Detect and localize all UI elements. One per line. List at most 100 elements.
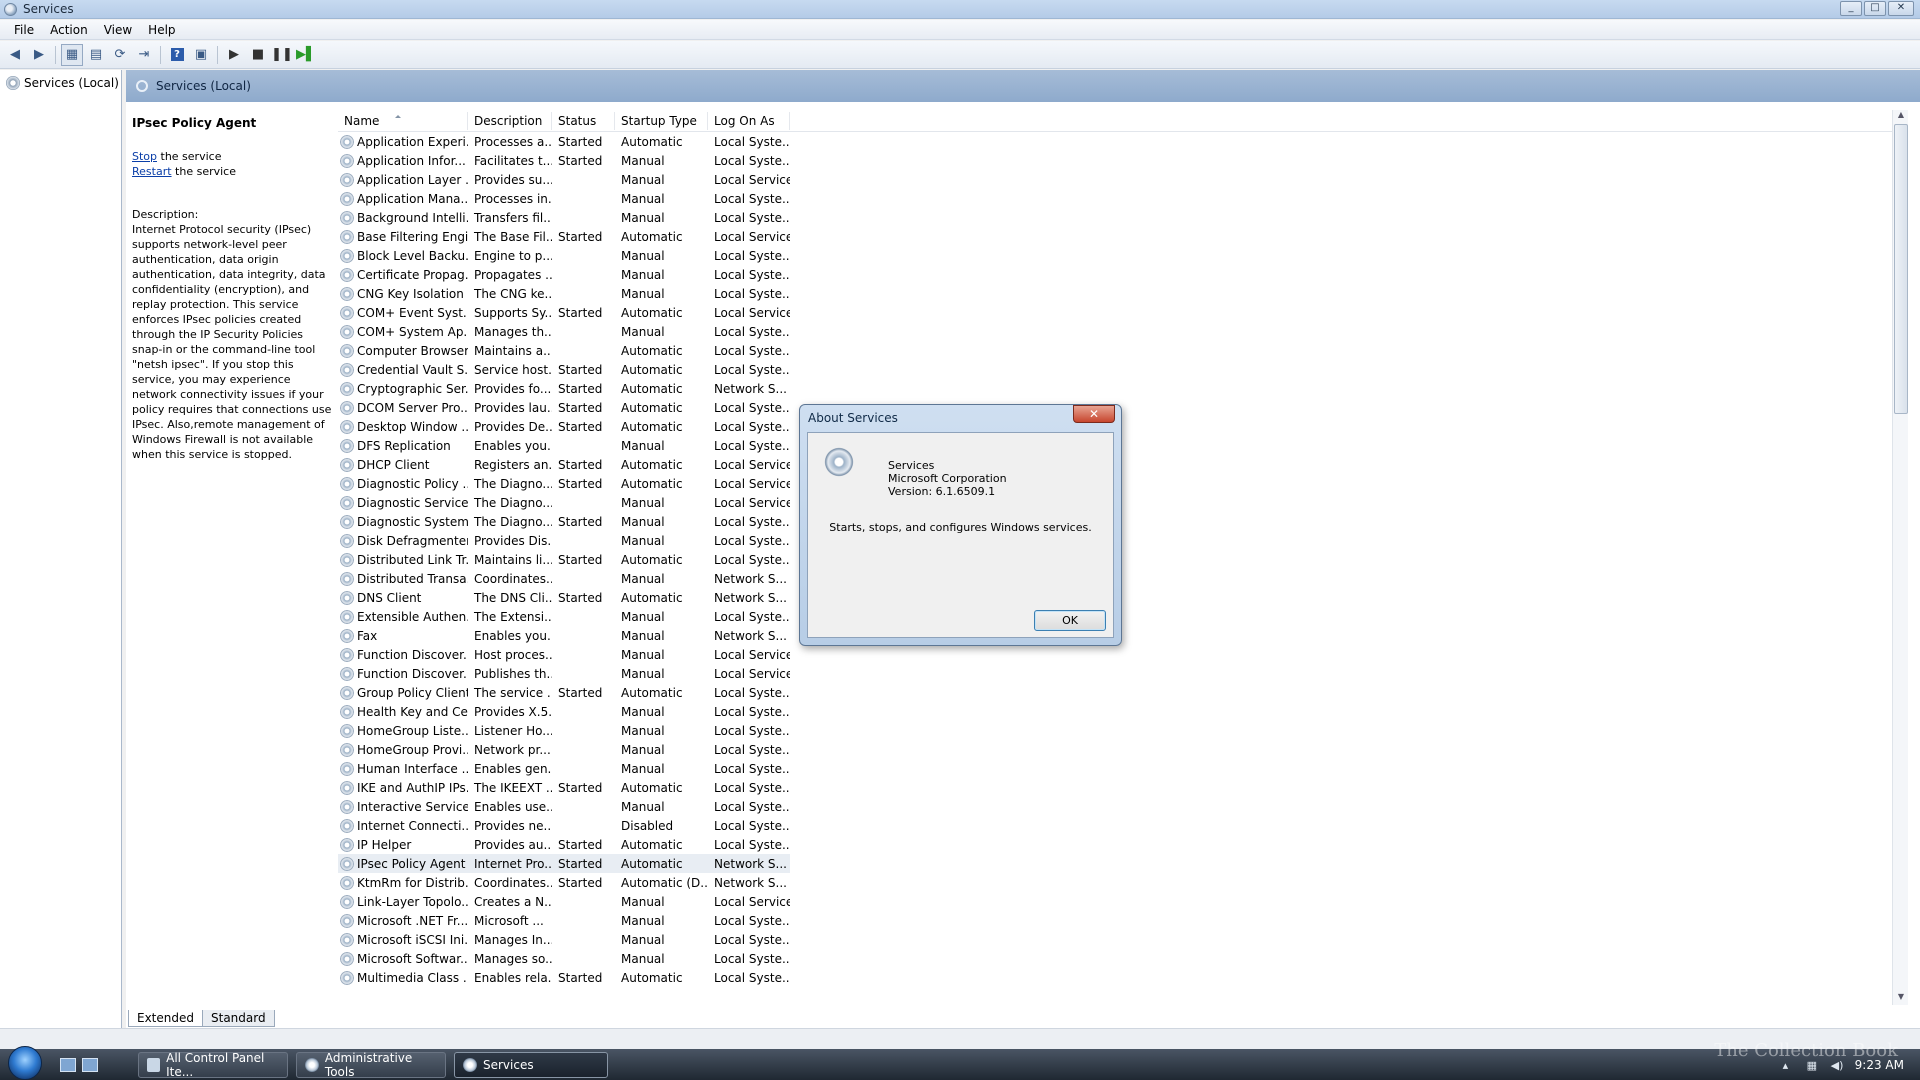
forward-arrow-icon[interactable]: ▶: [28, 44, 50, 66]
switch-windows-icon[interactable]: [82, 1057, 98, 1072]
table-row[interactable]: Computer Browser Maintains a... Automatic L…: [338, 341, 1906, 360]
show-desktop-icon[interactable]: [60, 1057, 76, 1072]
table-row[interactable]: DNS Client The DNS Cli... Started Automatic…: [338, 588, 1906, 607]
service-name-cell: COM+ Event Syst...: [338, 305, 468, 320]
table-row[interactable]: Microsoft Softwar... Manages so... Manual L…: [338, 949, 1906, 968]
start-service-icon[interactable]: ▶: [223, 44, 245, 66]
menu-help[interactable]: Help: [140, 23, 183, 37]
table-row[interactable]: COM+ System Ap... Manages th... Manual Loca…: [338, 322, 1906, 341]
table-row[interactable]: Function Discover... Publishes th... Manua…: [338, 664, 1906, 683]
table-row[interactable]: IPsec Policy Agent Internet Pro... Started…: [338, 854, 790, 873]
minimize-button[interactable]: _: [1840, 1, 1862, 16]
table-row[interactable]: Diagnostic Service... The Diagno... Manual…: [338, 493, 1906, 512]
column-header-description[interactable]: Description: [468, 111, 552, 130]
show-console-tree-icon[interactable]: ▦: [61, 43, 83, 66]
service-name-cell: Microsoft iSCSI Ini...: [338, 932, 468, 947]
table-row[interactable]: HomeGroup Provi... Network pr... Manual Loc…: [338, 740, 1906, 759]
dialog-close-button[interactable]: ✕: [1073, 405, 1115, 423]
service-name: Diagnostic Service...: [357, 495, 468, 510]
table-row[interactable]: Application Layer ... Provides su... Manua…: [338, 170, 1906, 189]
column-header-name[interactable]: Name: [338, 111, 468, 130]
table-row[interactable]: Base Filtering Engi... The Base Fil... Sta…: [338, 227, 1906, 246]
export-list-icon[interactable]: ⇥: [133, 44, 155, 66]
taskbar-button-control-panel[interactable]: All Control Panel Ite...: [138, 1051, 288, 1079]
service-gear-icon: [340, 210, 354, 225]
table-row[interactable]: IP Helper Provides au... Started Automatic L…: [338, 835, 1906, 854]
tab-extended[interactable]: Extended: [128, 1010, 203, 1027]
service-name-cell: Fax: [338, 628, 468, 643]
table-row[interactable]: Interactive Service... Enables use... Manu…: [338, 797, 1906, 816]
table-row[interactable]: Microsoft .NET Fr... Microsoft ... Manual L…: [338, 911, 1906, 930]
refresh-icon[interactable]: ⟳: [109, 44, 131, 66]
table-row[interactable]: Block Level Backu... Engine to p... Manual…: [338, 246, 1906, 265]
taskbar-button-admin-tools[interactable]: Administrative Tools: [296, 1051, 446, 1079]
table-row[interactable]: Application Experi... Processes a... Start…: [338, 132, 1906, 151]
tree-item-services-local[interactable]: Services (Local): [0, 70, 121, 90]
table-row[interactable]: Desktop Window ... Provides De... Started A…: [338, 417, 1906, 436]
table-row[interactable]: Application Mana... Processes in... Manual…: [338, 189, 1906, 208]
table-row[interactable]: Fax Enables you... Manual Network S...: [338, 626, 1906, 645]
table-row[interactable]: Distributed Transa... Coordinates... Manua…: [338, 569, 1906, 588]
table-row[interactable]: Application Infor... Facilitates t... Star…: [338, 151, 1906, 170]
table-row[interactable]: Net.Tcp Port Shari...Provides abi... Disa…: [338, 987, 1906, 990]
table-row[interactable]: Human Interface ... Enables gen... Manual L…: [338, 759, 1906, 778]
column-header-log-on-as[interactable]: Log On As: [708, 111, 790, 130]
scroll-down-icon[interactable]: ▼: [1893, 992, 1909, 1005]
stop-service-icon[interactable]: ■: [247, 44, 269, 66]
table-row[interactable]: DCOM Server Pro... Provides lau... Started…: [338, 398, 1906, 417]
vertical-scrollbar[interactable]: ▲ ▼: [1892, 110, 1908, 1005]
table-row[interactable]: COM+ Event Syst... Supports Sy... Started A…: [338, 303, 1906, 322]
table-row[interactable]: Internet Connecti... Provides ne... Disabl…: [338, 816, 1906, 835]
column-header-startup-type[interactable]: Startup Type: [615, 111, 708, 130]
table-row[interactable]: Certificate Propag... Propagates ... Manua…: [338, 265, 1906, 284]
stop-service-link[interactable]: Stop: [132, 150, 157, 163]
start-button[interactable]: [8, 1045, 42, 1080]
table-row[interactable]: Health Key and Ce... Provides X.5... Manua…: [338, 702, 1906, 721]
table-row[interactable]: DFS Replication Enables you... Manual Local…: [338, 436, 1906, 455]
table-row[interactable]: Microsoft iSCSI Ini... Manages In... Manua…: [338, 930, 1906, 949]
menu-view[interactable]: View: [96, 23, 140, 37]
table-row[interactable]: Background Intelli... Transfers fil... Man…: [338, 208, 1906, 227]
scrollbar-thumb[interactable]: [1894, 124, 1908, 414]
restart-service-icon[interactable]: ▶▌: [295, 44, 317, 66]
properties-sheet-icon[interactable]: ▤: [85, 44, 107, 66]
table-row[interactable]: Credential Vault S... Service host... Star…: [338, 360, 1906, 379]
restart-service-link[interactable]: Restart: [132, 165, 172, 178]
back-arrow-icon[interactable]: ◀: [4, 44, 26, 66]
table-row[interactable]: Distributed Link Tr... Maintains li... Sta…: [338, 550, 1906, 569]
show-action-pane-icon[interactable]: ▣: [190, 44, 212, 66]
table-row[interactable]: Link-Layer Topolo... Creates a N... Manual…: [338, 892, 1906, 911]
ok-button[interactable]: OK: [1034, 610, 1106, 631]
table-row[interactable]: Multimedia Class ... Enables rela... Start…: [338, 968, 1906, 987]
help-icon[interactable]: ?: [166, 44, 188, 66]
table-row[interactable]: Diagnostic System... The Diagno... Started…: [338, 512, 1906, 531]
table-row[interactable]: Disk Defragmenter Provides Dis... Manual Lo…: [338, 531, 1906, 550]
table-row[interactable]: Group Policy Client The service ... Starte…: [338, 683, 1906, 702]
table-row[interactable]: IKE and AuthIP IPs... The IKEEXT ... Start…: [338, 778, 1906, 797]
column-header-status[interactable]: Status: [552, 111, 615, 130]
stop-suffix: the service: [157, 150, 222, 163]
table-row[interactable]: DHCP Client Registers an... Started Automat…: [338, 455, 1906, 474]
service-name-cell: Disk Defragmenter: [338, 533, 468, 548]
pause-service-icon[interactable]: ❚❚: [271, 44, 293, 66]
service-gear-icon: [340, 381, 354, 396]
table-row[interactable]: Cryptographic Ser... Provides fo... Starte…: [338, 379, 1906, 398]
taskbar-button-services[interactable]: Services: [454, 1051, 608, 1078]
dialog-product: Services: [888, 459, 935, 472]
table-row[interactable]: Extensible Authen... The Extensi... Manual…: [338, 607, 1906, 626]
table-row[interactable]: Function Discover... Host proces... Manual…: [338, 645, 1906, 664]
table-row[interactable]: KtmRm for Distrib... Coordinates... Starte…: [338, 873, 1906, 892]
table-row[interactable]: Diagnostic Policy ... The Diagno... Starte…: [338, 474, 1906, 493]
service-startup-type: Manual: [621, 951, 665, 966]
service-log-on-as: Network S...: [714, 628, 787, 643]
service-name: Computer Browser: [357, 343, 468, 358]
close-window-button[interactable]: ✕: [1888, 1, 1914, 16]
scroll-up-icon[interactable]: ▲: [1893, 110, 1909, 123]
table-row[interactable]: CNG Key Isolation The CNG ke... Manual Loca…: [338, 284, 1906, 303]
menu-file[interactable]: File: [6, 23, 42, 37]
maximize-button[interactable]: □: [1864, 1, 1886, 16]
table-row[interactable]: HomeGroup Liste... Listener Ho... Manual Lo…: [338, 721, 1906, 740]
tab-standard[interactable]: Standard: [202, 1010, 275, 1027]
menu-action[interactable]: Action: [42, 23, 96, 37]
service-name: Internet Connecti...: [357, 818, 468, 833]
